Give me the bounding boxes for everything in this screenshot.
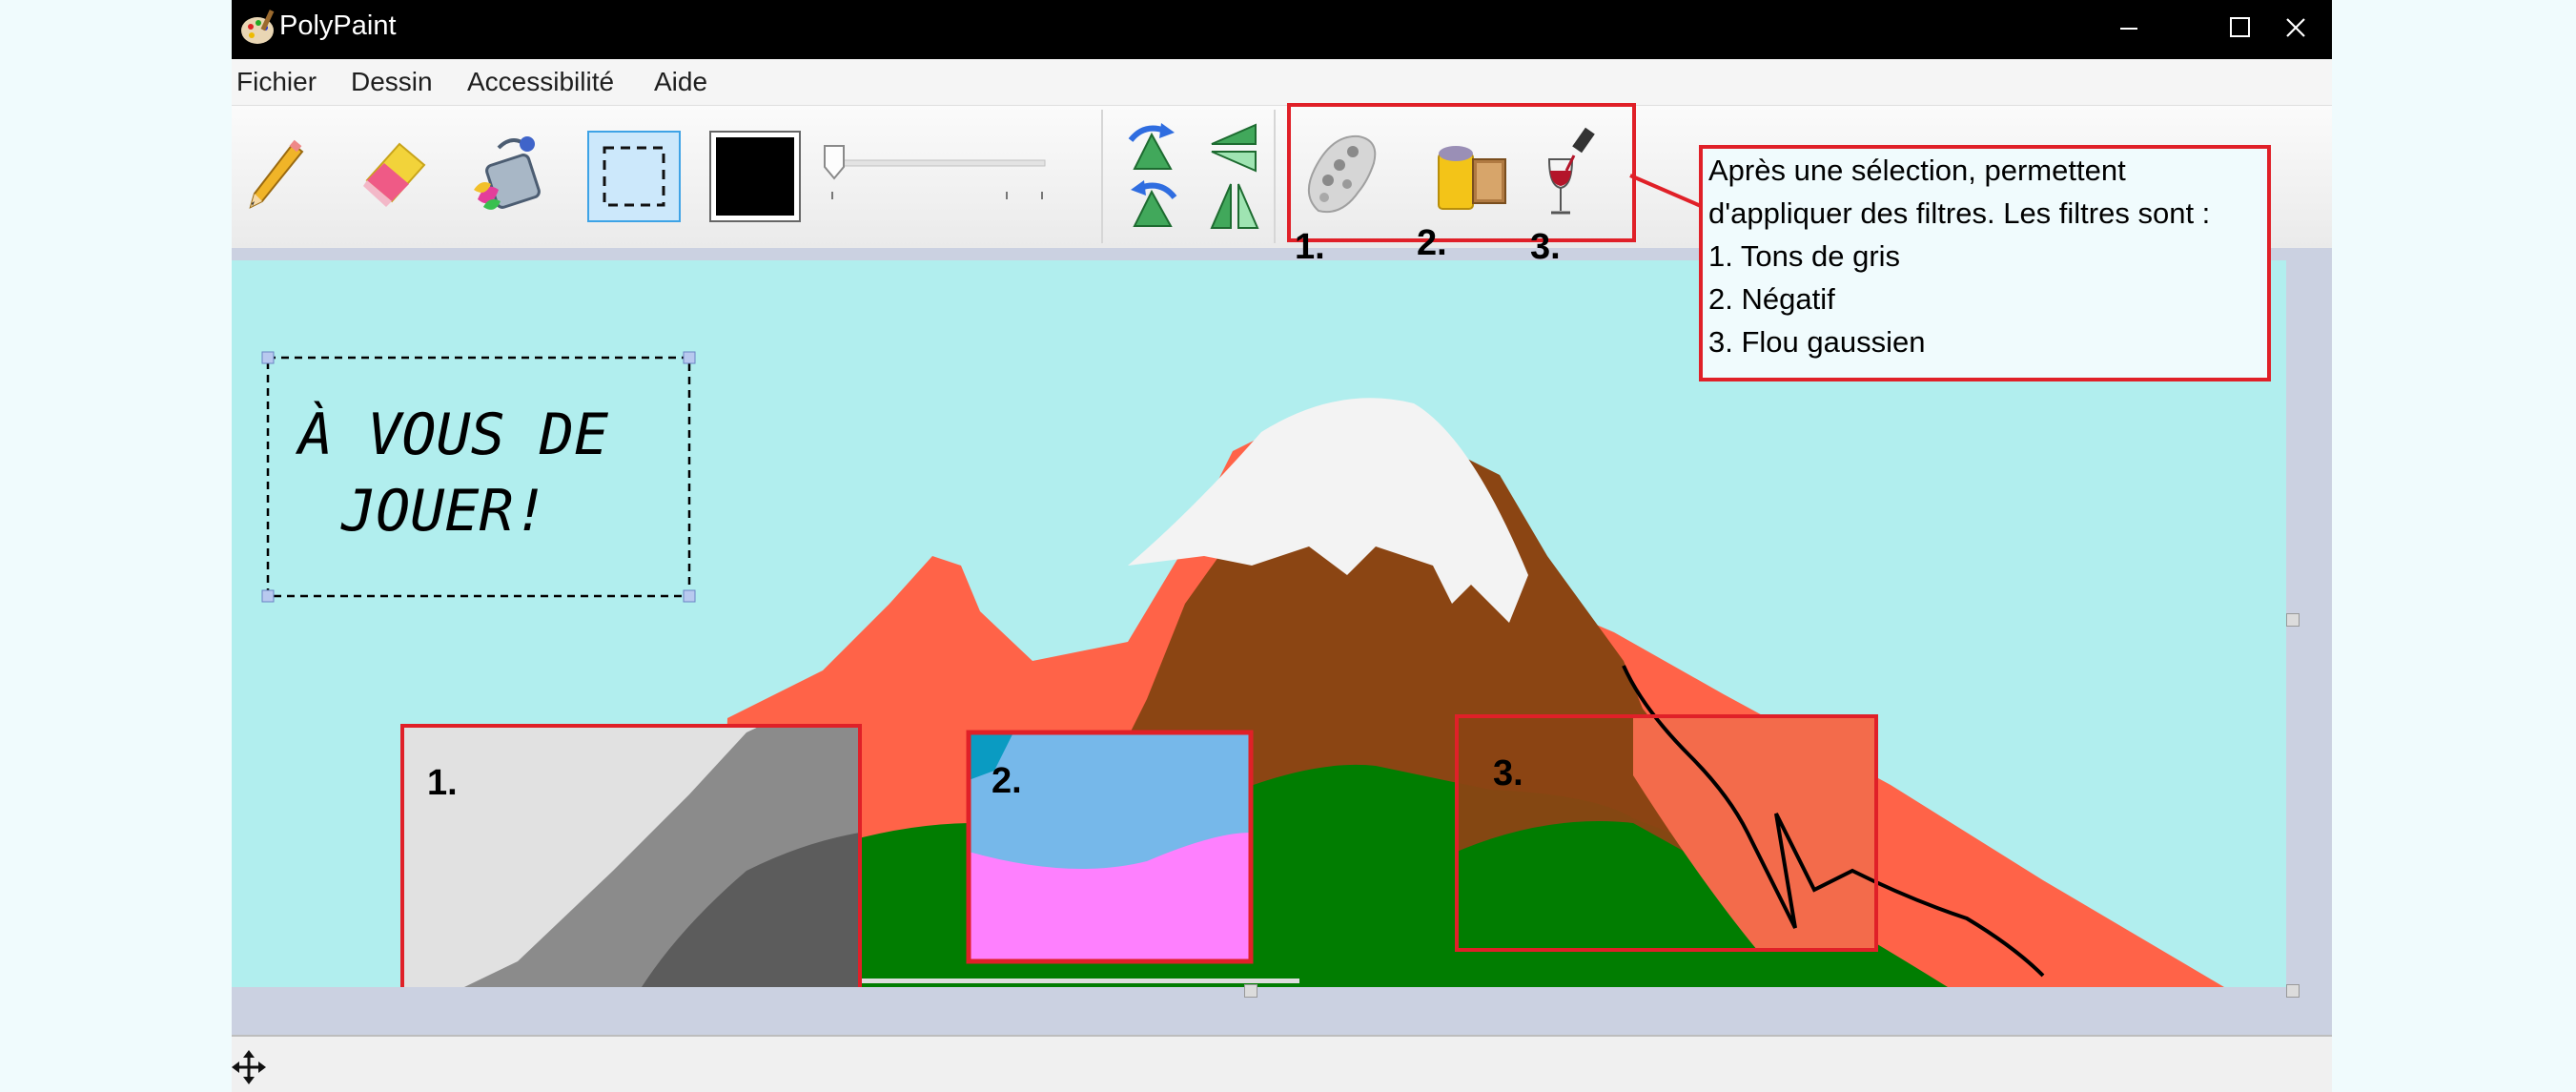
- callout-connector: [1629, 174, 1702, 208]
- callout-line: d'appliquer des filtres. Les filtres son…: [1708, 196, 2211, 230]
- size-slider[interactable]: [823, 144, 1052, 201]
- filters-callout: Après une sélection, permettent d'appliq…: [1699, 145, 2271, 381]
- region-label-2: 2.: [992, 761, 1022, 801]
- menu-bar: Fichier Dessin Accessibilité Aide: [232, 59, 2332, 105]
- resize-handle-right[interactable]: [2286, 613, 2300, 627]
- resize-handle-bottom[interactable]: [1244, 984, 1257, 998]
- selection-tool-button[interactable]: [587, 131, 681, 222]
- region-label-1: 1.: [427, 763, 458, 803]
- flip-vertical-icon[interactable]: [1206, 178, 1263, 232]
- callout-line: 2. Négatif: [1708, 282, 1835, 316]
- menu-aide[interactable]: Aide: [654, 67, 707, 97]
- resize-handle-corner[interactable]: [2286, 984, 2300, 998]
- close-button[interactable]: [2241, 0, 2332, 59]
- current-color: [716, 137, 794, 216]
- rotate-left-icon[interactable]: [1123, 121, 1182, 175]
- rotate-right-icon[interactable]: [1123, 178, 1182, 232]
- filter-number-1: 1.: [1295, 227, 1325, 267]
- selection-icon: [603, 146, 665, 207]
- menu-dessin[interactable]: Dessin: [351, 67, 433, 97]
- window-title: PolyPaint: [279, 10, 397, 41]
- menu-accessibilite[interactable]: Accessibilité: [467, 67, 614, 97]
- color-swatch[interactable]: [709, 131, 801, 222]
- callout-line: 3. Flou gaussien: [1708, 325, 1926, 359]
- eraser-icon[interactable]: [358, 138, 434, 215]
- filter-number-3: 3.: [1530, 227, 1561, 267]
- close-icon: [2286, 18, 2305, 37]
- handwriting-line-2: JOUER!: [340, 478, 548, 545]
- move-icon: [232, 1050, 266, 1084]
- title-bar: PolyPaint: [232, 0, 2332, 59]
- paint-bucket-icon[interactable]: [470, 131, 554, 216]
- minimize-icon: [2120, 28, 2137, 30]
- callout-line: 1. Tons de gris: [1708, 239, 1901, 273]
- filters-highlight-box: [1287, 103, 1636, 242]
- callout-line: Après une sélection, permettent: [1708, 154, 2126, 187]
- flip-horizontal-icon[interactable]: [1206, 121, 1263, 175]
- palette-app-icon: [241, 10, 275, 44]
- minimize-button[interactable]: [2074, 0, 2184, 59]
- region-label-3: 3.: [1493, 753, 1523, 793]
- menu-fichier[interactable]: Fichier: [236, 67, 317, 97]
- handwriting-line-1: À VOUS DE: [295, 400, 608, 468]
- filter-number-2: 2.: [1417, 223, 1447, 263]
- pencil-icon[interactable]: [243, 138, 310, 215]
- status-bar: [232, 1035, 2332, 1092]
